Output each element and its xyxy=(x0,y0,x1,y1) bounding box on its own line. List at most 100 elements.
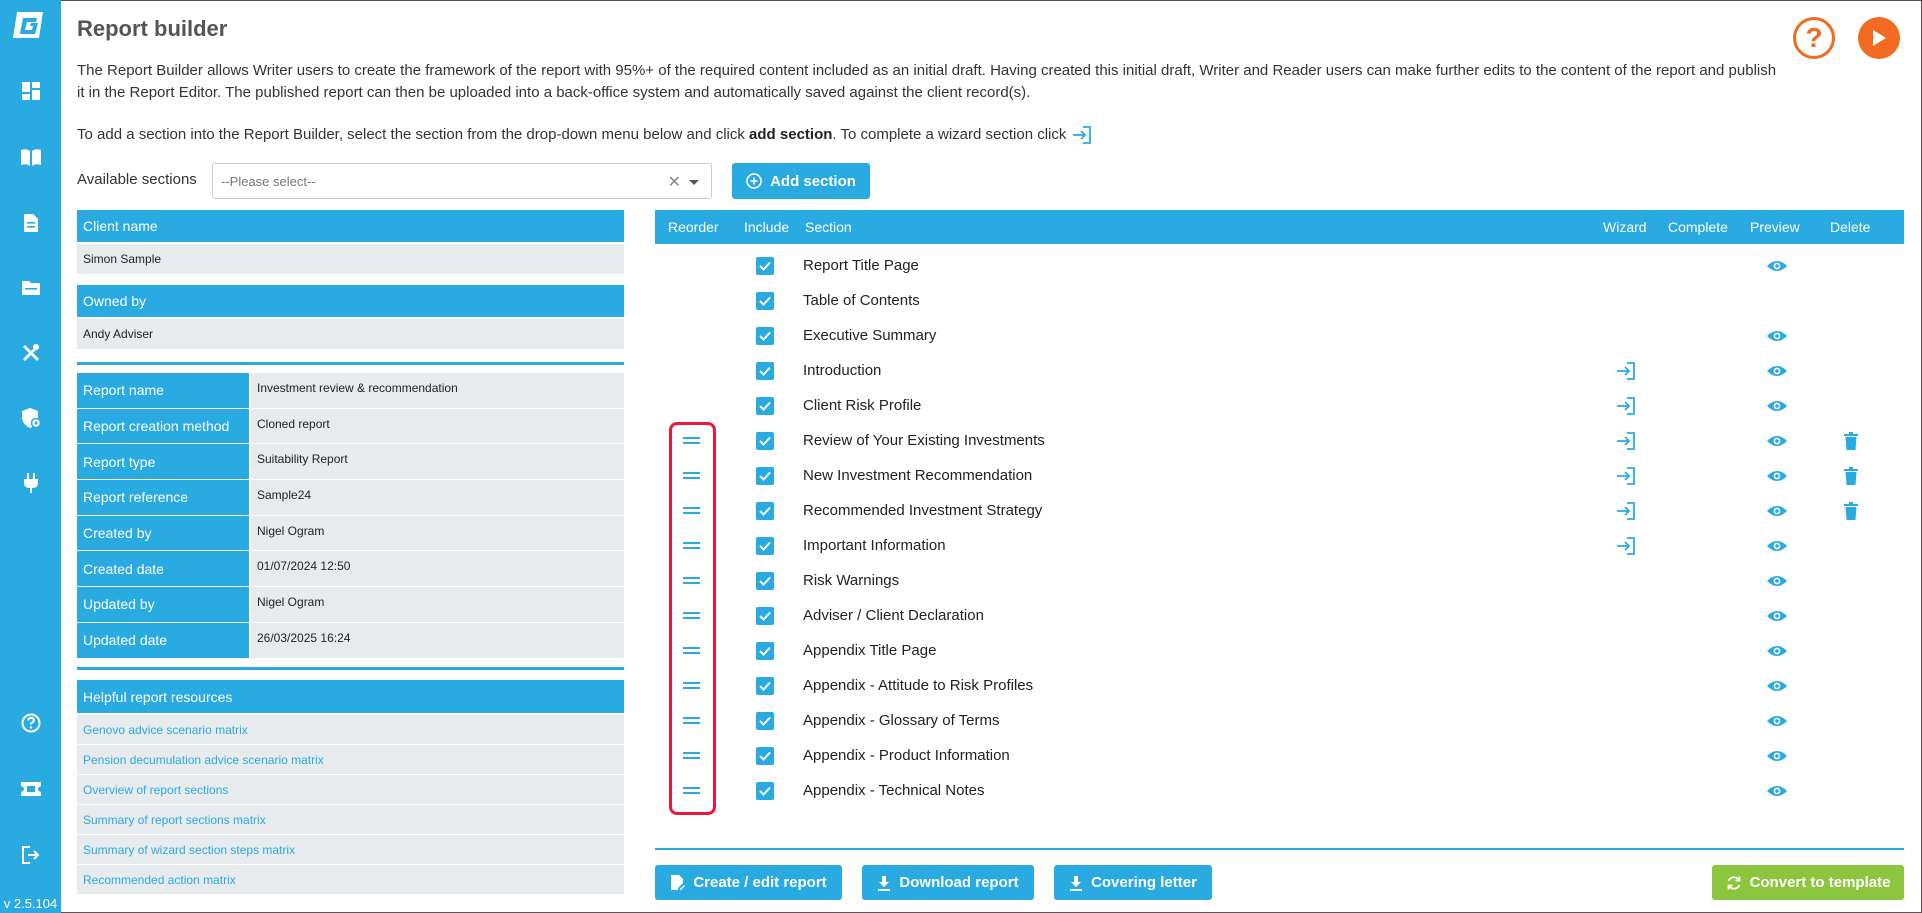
include-checkbox-cell xyxy=(756,668,774,703)
sidebar-item-tools[interactable] xyxy=(0,333,61,373)
sidebar-item-logout[interactable] xyxy=(0,835,61,875)
resource-link[interactable]: Recommended action matrix xyxy=(77,865,624,895)
sidebar-item-reports[interactable] xyxy=(0,203,61,243)
include-checkbox[interactable] xyxy=(756,781,774,800)
divider xyxy=(77,667,624,670)
resource-link[interactable]: Genovo advice scenario matrix xyxy=(77,715,624,745)
section-row: Table of Contents xyxy=(655,283,1904,318)
drag-handle-icon[interactable] xyxy=(683,458,700,493)
wizard-icon[interactable] xyxy=(1616,388,1636,423)
sidebar-item-integrations[interactable] xyxy=(0,463,61,503)
section-row: Appendix - Product Information xyxy=(655,738,1904,773)
delete-trash-icon[interactable] xyxy=(1844,493,1858,528)
drag-handle-icon[interactable] xyxy=(683,773,700,808)
include-checkbox[interactable] xyxy=(756,396,774,415)
section-row: Recommended Investment Strategy xyxy=(655,493,1904,528)
preview-eye-icon[interactable] xyxy=(1766,738,1788,773)
include-checkbox[interactable] xyxy=(756,501,774,520)
preview-eye-icon[interactable] xyxy=(1766,703,1788,738)
drag-handle-icon[interactable] xyxy=(683,423,700,458)
app-logo[interactable] xyxy=(11,8,47,44)
include-checkbox[interactable] xyxy=(756,256,774,275)
wizard-icon[interactable] xyxy=(1616,353,1636,388)
sidebar-item-folders[interactable] xyxy=(0,268,61,308)
wizard-icon[interactable] xyxy=(1616,423,1636,458)
include-checkbox-cell xyxy=(756,458,774,493)
drag-handle-icon[interactable] xyxy=(683,598,700,633)
include-checkbox[interactable] xyxy=(756,291,774,310)
include-checkbox[interactable] xyxy=(756,641,774,660)
preview-eye-icon[interactable] xyxy=(1766,318,1788,353)
sidebar-item-library[interactable] xyxy=(0,137,61,177)
create-edit-report-button[interactable]: Create / edit report xyxy=(655,865,842,900)
chevron-down-icon[interactable] xyxy=(689,180,699,185)
preview-eye-icon[interactable] xyxy=(1766,563,1788,598)
preview-eye-icon[interactable] xyxy=(1766,388,1788,423)
available-sections-select[interactable]: --Please select-- ✕ xyxy=(212,163,712,199)
book-icon xyxy=(20,149,41,166)
section-row: Appendix - Technical Notes xyxy=(655,773,1904,808)
sidebar-item-compliance[interactable] xyxy=(0,398,61,438)
download-icon xyxy=(1070,875,1083,891)
play-tutorial-button[interactable] xyxy=(1858,17,1900,59)
wizard-icon[interactable] xyxy=(1616,458,1636,493)
intro-paragraph: The Report Builder allows Writer users t… xyxy=(77,62,1777,101)
resource-link[interactable]: Summary of report sections matrix xyxy=(77,805,624,835)
preview-eye-icon[interactable] xyxy=(1766,598,1788,633)
help-button[interactable]: ? xyxy=(1793,17,1835,59)
drag-handle-icon[interactable] xyxy=(683,703,700,738)
covering-letter-button[interactable]: Covering letter xyxy=(1054,865,1212,900)
preview-eye-icon[interactable] xyxy=(1766,773,1788,808)
resource-link[interactable]: Summary of wizard section steps matrix xyxy=(77,835,624,865)
delete-trash-icon[interactable] xyxy=(1844,458,1858,493)
drag-handle-icon[interactable] xyxy=(683,563,700,598)
section-name: Executive Summary xyxy=(803,327,937,344)
delete-trash-icon[interactable] xyxy=(1844,423,1858,458)
download-report-button[interactable]: Download report xyxy=(862,865,1034,900)
include-checkbox-cell xyxy=(756,283,774,318)
include-checkbox[interactable] xyxy=(756,746,774,765)
resource-link[interactable]: Overview of report sections xyxy=(77,775,624,805)
wizard-icon[interactable] xyxy=(1616,493,1636,528)
convert-to-template-button[interactable]: Convert to template xyxy=(1712,865,1904,900)
include-checkbox[interactable] xyxy=(756,606,774,625)
sidebar-item-tickets[interactable] xyxy=(0,769,61,809)
include-checkbox[interactable] xyxy=(756,466,774,485)
drag-handle-icon[interactable] xyxy=(683,668,700,703)
sidebar-item-dashboard[interactable] xyxy=(0,71,61,111)
include-checkbox[interactable] xyxy=(756,536,774,555)
include-checkbox-cell xyxy=(756,773,774,808)
report-details: Report name Investment review & recommend… xyxy=(77,373,624,659)
section-row: New Investment Recommendation xyxy=(655,458,1904,493)
include-checkbox[interactable] xyxy=(756,676,774,695)
edit-document-icon xyxy=(671,875,686,890)
preview-eye-icon[interactable] xyxy=(1766,353,1788,388)
include-checkbox[interactable] xyxy=(756,431,774,450)
preview-eye-icon[interactable] xyxy=(1766,528,1788,563)
detail-value: 01/07/2024 12:50 xyxy=(251,551,624,588)
include-checkbox[interactable] xyxy=(756,571,774,590)
sidebar-item-help[interactable] xyxy=(0,703,61,743)
preview-eye-icon[interactable] xyxy=(1766,668,1788,703)
preview-eye-icon[interactable] xyxy=(1766,458,1788,493)
section-name: Appendix - Glossary of Terms xyxy=(803,712,1000,729)
include-checkbox-cell xyxy=(756,248,774,283)
preview-eye-icon[interactable] xyxy=(1766,633,1788,668)
drag-handle-icon[interactable] xyxy=(683,528,700,563)
preview-eye-icon[interactable] xyxy=(1766,493,1788,528)
detail-row: Created date 01/07/2024 12:50 xyxy=(77,551,624,588)
include-checkbox[interactable] xyxy=(756,711,774,730)
drag-handle-icon[interactable] xyxy=(683,493,700,528)
preview-eye-icon[interactable] xyxy=(1766,248,1788,283)
add-section-button[interactable]: Add section xyxy=(732,163,870,199)
drag-handle-icon[interactable] xyxy=(683,633,700,668)
help-icon xyxy=(21,713,40,733)
preview-eye-icon[interactable] xyxy=(1766,423,1788,458)
drag-handle-icon[interactable] xyxy=(683,738,700,773)
play-icon xyxy=(1873,30,1886,46)
resource-link[interactable]: Pension decumulation advice scenario mat… xyxy=(77,745,624,775)
include-checkbox[interactable] xyxy=(756,361,774,380)
include-checkbox[interactable] xyxy=(756,326,774,345)
clear-icon[interactable]: ✕ xyxy=(668,172,681,192)
wizard-icon[interactable] xyxy=(1616,528,1636,563)
